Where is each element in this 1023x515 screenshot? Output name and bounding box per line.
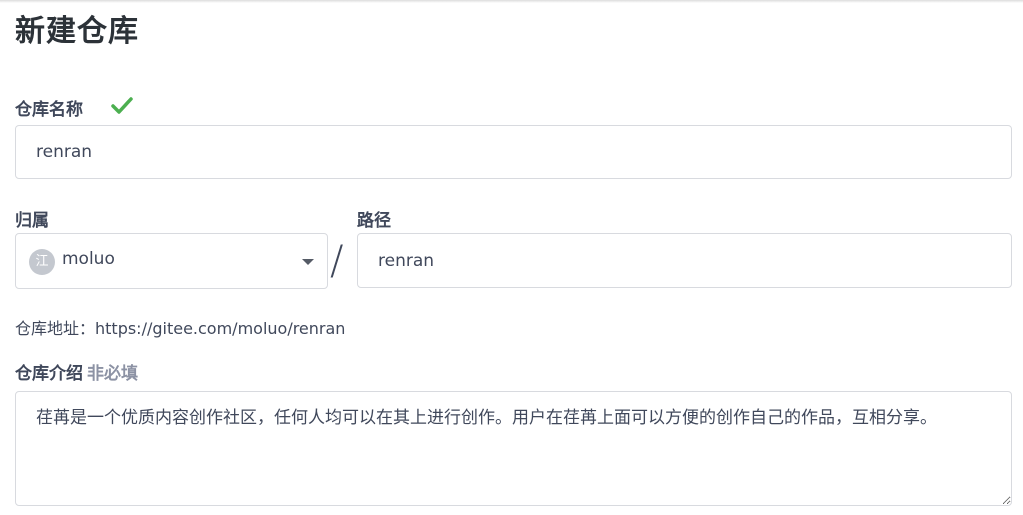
top-shadow	[0, 0, 1023, 3]
repo-address: 仓库地址：https://gitee.com/moluo/renran	[15, 319, 346, 338]
optional-badge: 非必填	[87, 364, 138, 384]
description-label: 仓库介绍 非必填	[15, 359, 138, 384]
path-separator: /	[330, 238, 344, 284]
owner-label: 归属	[15, 211, 49, 231]
repo-name-input[interactable]	[15, 125, 1012, 179]
path-label: 路径	[357, 211, 391, 231]
path-input[interactable]	[357, 233, 1012, 288]
owner-select[interactable]: 江 moluo	[15, 233, 328, 289]
page-title: 新建仓库	[15, 14, 139, 49]
chevron-down-icon	[302, 259, 314, 265]
check-icon	[111, 97, 133, 114]
owner-value: moluo	[62, 249, 115, 269]
avatar: 江	[29, 249, 55, 275]
repo-name-label: 仓库名称	[15, 100, 83, 120]
description-textarea[interactable]: 荏苒是一个优质内容创作社区，任何人均可以在其上进行创作。用户在荏苒上面可以方便的…	[15, 391, 1012, 506]
description-label-text: 仓库介绍	[15, 364, 83, 384]
